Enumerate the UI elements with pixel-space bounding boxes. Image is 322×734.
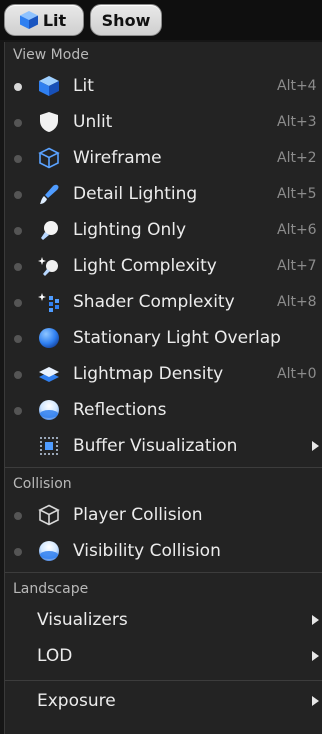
shader-complexity-icon (38, 293, 59, 312)
brush-icon (40, 184, 59, 204)
menu-item-label: Unlit (73, 112, 113, 132)
radio-indicator (14, 227, 22, 235)
menu-item-label: Player Collision (73, 505, 203, 525)
menu-item-label: Lighting Only (73, 220, 187, 240)
radio-indicator (14, 407, 22, 415)
blue-sphere-icon (39, 328, 59, 348)
radio-indicator (14, 155, 22, 163)
shortcut-label: Alt+7 (277, 258, 317, 274)
menu-item-buffer-visualization[interactable]: Buffer Visualization (5, 428, 322, 464)
wireframe-cube-icon (38, 147, 60, 169)
shortcut-label: Alt+4 (277, 78, 317, 94)
section-header-view-mode: View Mode (13, 47, 89, 63)
menu-item-unlit[interactable]: Unlit Alt+3 (5, 104, 322, 140)
cube-lit-icon (19, 11, 38, 29)
radio-indicator (14, 263, 22, 271)
menu-item-label: Lightmap Density (73, 364, 224, 384)
view-mode-button[interactable]: Lit (4, 4, 84, 36)
menu-item-exposure[interactable]: Exposure (5, 683, 322, 719)
submenu-arrow-icon (312, 696, 319, 706)
radio-indicator (14, 335, 22, 343)
radio-indicator (14, 548, 22, 556)
menu-item-detail-lighting[interactable]: Detail Lighting Alt+5 (5, 176, 322, 212)
shortcut-label: Alt+5 (277, 186, 317, 202)
view-mode-label: Lit (42, 10, 67, 30)
bulb-icon (41, 221, 58, 240)
submenu-arrow-icon (312, 615, 319, 625)
radio-indicator (14, 83, 22, 91)
menu-item-player-collision[interactable]: Player Collision (5, 497, 322, 533)
submenu-arrow-icon (312, 441, 319, 451)
menu-item-label: Visualizers (37, 610, 128, 630)
menu-item-label: Lit (73, 76, 94, 96)
separator (5, 572, 322, 573)
menu-item-label: Buffer Visualization (73, 436, 238, 456)
shortcut-label: Alt+6 (277, 222, 317, 238)
menu-item-visibility-collision[interactable]: Visibility Collision (5, 533, 322, 569)
menu-item-label: Exposure (37, 691, 116, 711)
menu-item-label: Reflections (73, 400, 167, 420)
menu-item-lit[interactable]: Lit Alt+4 (5, 68, 322, 104)
cube-lit-icon (39, 76, 59, 96)
menu-item-shader-complexity[interactable]: Shader Complexity Alt+8 (5, 284, 322, 320)
separator (5, 680, 322, 681)
shield-icon (40, 112, 58, 132)
menu-item-label: Visibility Collision (73, 541, 221, 561)
light-complexity-icon (38, 257, 58, 276)
menu-item-reflections[interactable]: Reflections (5, 392, 322, 428)
menu-item-light-complexity[interactable]: Light Complexity Alt+7 (5, 248, 322, 284)
radio-indicator (14, 191, 22, 199)
menu-item-label: Wireframe (73, 148, 162, 168)
menu-item-lighting-only[interactable]: Lighting Only Alt+6 (5, 212, 322, 248)
menu-item-label: Detail Lighting (73, 184, 198, 204)
section-header-landscape: Landscape (13, 581, 89, 597)
menu-item-stationary-light-overlap[interactable]: Stationary Light Overlap (5, 320, 322, 356)
menu-item-lightmap-density[interactable]: Lightmap Density Alt+0 (5, 356, 322, 392)
shortcut-label: Alt+3 (277, 114, 317, 130)
radio-indicator (14, 512, 22, 520)
menu-item-visualizers[interactable]: Visualizers (5, 602, 322, 638)
reflection-sphere-icon (39, 541, 59, 561)
show-button[interactable]: Show (90, 4, 162, 36)
separator (5, 467, 322, 468)
menu-item-wireframe[interactable]: Wireframe Alt+2 (5, 140, 322, 176)
layers-icon (39, 367, 59, 382)
grid-dots-icon (40, 437, 58, 455)
section-header-collision: Collision (13, 476, 72, 492)
submenu-arrow-icon (312, 651, 319, 661)
show-label: Show (101, 10, 151, 30)
shortcut-label: Alt+8 (277, 294, 317, 310)
shortcut-label: Alt+0 (277, 366, 317, 382)
view-mode-menu: View Mode Lit Alt+4 Unlit Alt+3 Wirefram… (4, 42, 322, 734)
radio-indicator (14, 299, 22, 307)
menu-item-label: Shader Complexity (73, 292, 235, 312)
wireframe-cube-icon (38, 504, 60, 526)
menu-item-lod[interactable]: LOD (5, 638, 322, 674)
reflection-sphere-icon (39, 400, 59, 420)
menu-item-label: LOD (37, 646, 73, 666)
menu-item-label: Stationary Light Overlap (73, 328, 281, 348)
menu-item-label: Light Complexity (73, 256, 217, 276)
radio-indicator (14, 119, 22, 127)
radio-indicator (14, 371, 22, 379)
viewport-toolbar: Lit Show (0, 0, 322, 40)
shortcut-label: Alt+2 (277, 150, 317, 166)
